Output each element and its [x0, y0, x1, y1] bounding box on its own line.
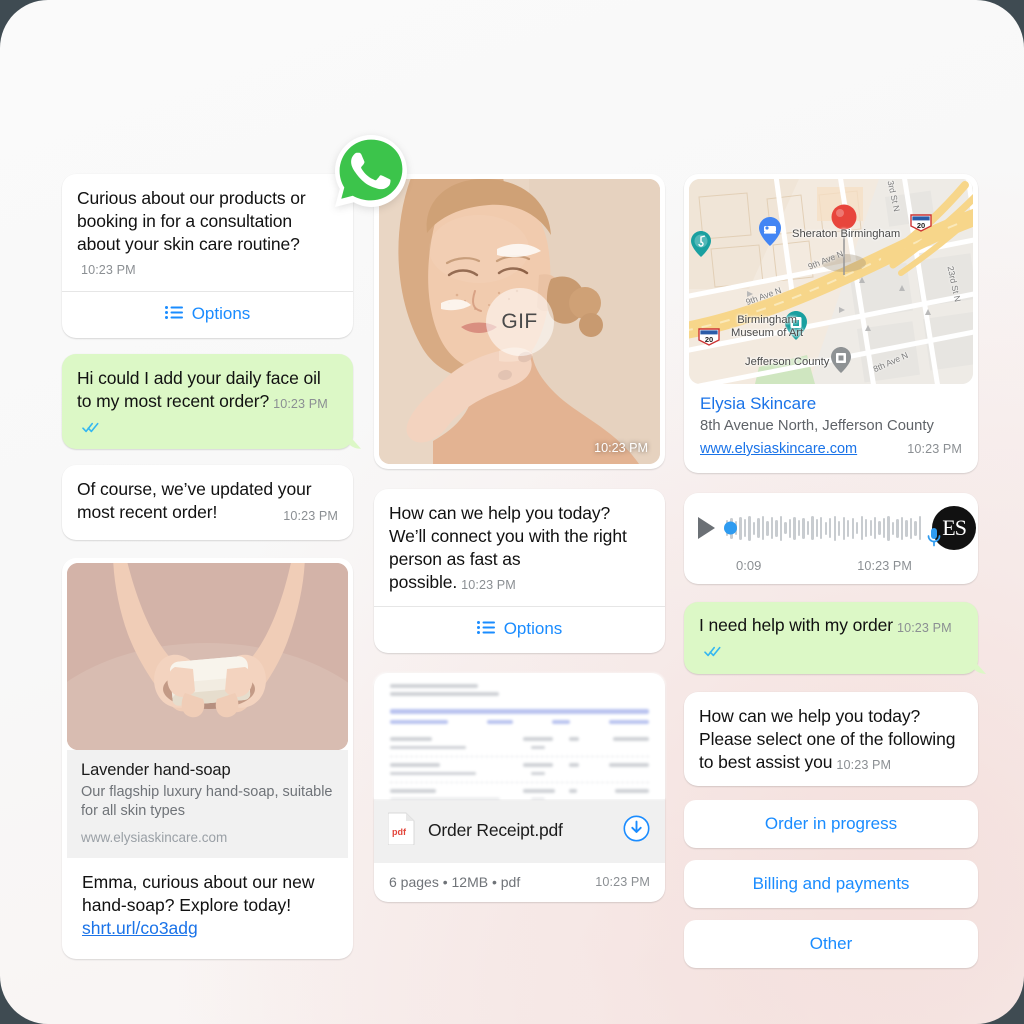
- map-image[interactable]: 20 20 Sheraton Birmingham Birmingham Mus…: [689, 179, 973, 384]
- customer-order-text: I need help with my order 10:23 PM: [684, 602, 978, 674]
- whatsapp-icon: [331, 131, 411, 211]
- voice-note-card[interactable]: ES 0:09 10:23 PM: [684, 493, 978, 584]
- promo-message-block: Emma, curious about our new hand-soap? E…: [67, 858, 348, 954]
- product-card[interactable]: Lavender hand-soap Our flagship luxury h…: [62, 557, 353, 959]
- message-time: 10:23 PM: [907, 442, 962, 456]
- greeting-text: Curious about our products or booking in…: [62, 174, 353, 291]
- product-image: [67, 562, 348, 750]
- quick-reply-billing-and-payments[interactable]: Billing and payments: [684, 860, 978, 908]
- playback-scrubber[interactable]: [724, 521, 737, 535]
- message-time: 10:23 PM: [857, 558, 912, 573]
- location-meta: Elysia Skincare 8th Avenue North, Jeffer…: [689, 384, 973, 468]
- customer-reply-text: Hi could I add your daily face oil to my…: [62, 354, 353, 449]
- message-time: 10:23 PM: [81, 263, 136, 277]
- showcase-canvas: Curious about our products or booking in…: [0, 0, 1024, 1024]
- product-description: Our flagship luxury hand-soap, suitable …: [81, 783, 333, 819]
- location-name: Elysia Skincare: [700, 394, 817, 413]
- gif-image: GIF 10:23 PM: [379, 179, 660, 464]
- svg-text:pdf: pdf: [392, 827, 407, 837]
- options-button[interactable]: Options: [62, 292, 353, 338]
- voice-note-row: ES: [684, 493, 978, 558]
- message-time: 10:23 PM: [897, 621, 952, 635]
- quick-reply-label: Billing and payments: [752, 874, 910, 893]
- quick-reply-label: Order in progress: [764, 814, 898, 833]
- message-bubble-menu: How can we help you today? Please select…: [684, 692, 978, 786]
- pdf-meta: 6 pages • 12MB • pdf: [389, 873, 521, 890]
- promo-message: Emma, curious about our new hand-soap? E…: [82, 871, 315, 915]
- avatar: ES: [927, 506, 977, 550]
- product-card-inner: [67, 562, 348, 750]
- waveform[interactable]: [724, 513, 922, 543]
- map-label-hotel: Sheraton Birmingham: [792, 228, 901, 240]
- message-bubble-customer-reply: Hi could I add your daily face oil to my…: [62, 353, 353, 449]
- message-time: 10:23 PM: [836, 758, 892, 772]
- double-check-icon: [82, 422, 99, 433]
- promo-link[interactable]: shrt.url/co3adg: [82, 918, 198, 938]
- message-time: 10:23 PM: [595, 874, 650, 889]
- pdf-footer: 6 pages • 12MB • pdf 10:23 PM: [374, 863, 665, 902]
- product-title: Lavender hand-soap: [81, 760, 231, 779]
- message-time: 10:23 PM: [594, 441, 648, 455]
- quick-reply-other[interactable]: Other: [684, 920, 978, 968]
- product-meta: Lavender hand-soap Our flagship luxury h…: [67, 749, 348, 858]
- play-icon[interactable]: [698, 517, 715, 539]
- quick-reply-label: Other: [809, 934, 853, 953]
- pdf-icon: pdf: [387, 812, 415, 850]
- pdf-preview: [374, 672, 665, 799]
- options-button[interactable]: Options: [374, 607, 665, 653]
- options-label: Options: [191, 303, 251, 323]
- map-label-museum: Birmingham Museum of Art: [731, 314, 804, 339]
- list-icon: [164, 304, 183, 324]
- help-text: How can we help you today? We’ll connect…: [374, 489, 665, 606]
- document-message-card[interactable]: pdf Order Receipt.pdf 6 pages • 12MB • p…: [374, 672, 665, 902]
- message-bubble-business-reply: Of course, we’ve updated your most recen…: [62, 464, 353, 540]
- list-icon: [476, 619, 495, 639]
- gif-message-card[interactable]: GIF 10:23 PM: [374, 174, 665, 469]
- gif-badge-label: GIF: [501, 309, 538, 333]
- download-circle-icon[interactable]: [623, 815, 650, 847]
- map-label-county: Jefferson County: [745, 356, 830, 368]
- conversation-column-middle: GIF 10:23 PM How can we help you today? …: [374, 174, 665, 902]
- voice-duration: 0:09: [736, 558, 762, 573]
- pdf-file-name: Order Receipt.pdf: [428, 820, 563, 841]
- message-bubble-customer-order: I need help with my order 10:23 PM: [684, 602, 978, 674]
- menu-text: How can we help you today? Please select…: [684, 692, 978, 786]
- message-bubble-help: How can we help you today? We’ll connect…: [374, 489, 665, 653]
- microphone-icon: [927, 527, 941, 552]
- business-reply-text: Of course, we’ve updated your most recen…: [62, 465, 353, 540]
- svg-text:20: 20: [917, 221, 925, 230]
- svg-text:20: 20: [705, 335, 713, 344]
- conversation-column-right: 20 20 Sheraton Birmingham Birmingham Mus…: [684, 174, 978, 968]
- conversation-column-left: Curious about our products or booking in…: [62, 174, 353, 959]
- product-url: www.elysiaskincare.com: [81, 829, 228, 845]
- quick-reply-order-in-progress[interactable]: Order in progress: [684, 800, 978, 848]
- message-time: 10:23 PM: [461, 578, 516, 592]
- options-label: Options: [503, 618, 563, 638]
- location-address: 8th Avenue North, Jefferson County: [700, 418, 934, 434]
- customer-order-message: I need help with my order: [699, 615, 893, 635]
- menu-message: How can we help you today? Please select…: [699, 706, 956, 772]
- pdf-file-row[interactable]: pdf Order Receipt.pdf: [374, 798, 665, 863]
- gif-badge: GIF: [485, 287, 554, 356]
- message-time: 10:23 PM: [273, 396, 328, 411]
- voice-note-footer: 0:09 10:23 PM: [684, 558, 978, 584]
- location-footer: www.elysiaskincare.com 10:23 PM: [700, 441, 962, 457]
- location-card[interactable]: 20 20 Sheraton Birmingham Birmingham Mus…: [684, 174, 978, 473]
- message-bubble-greeting: Curious about our products or booking in…: [62, 174, 353, 338]
- location-url[interactable]: www.elysiaskincare.com: [700, 441, 857, 457]
- greeting-message: Curious about our products or booking in…: [77, 188, 306, 254]
- double-check-icon: [704, 646, 721, 657]
